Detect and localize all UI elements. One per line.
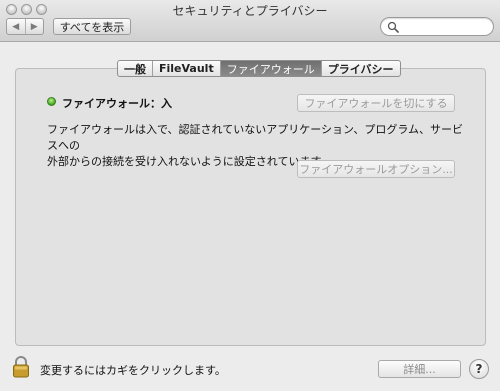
search-icon	[387, 21, 399, 33]
lock-instruction-text: 変更するにはカギをクリックします。	[40, 364, 226, 377]
advanced-details-button[interactable]: 詳細...	[378, 360, 461, 378]
lock-icon[interactable]	[12, 356, 30, 378]
turn-off-firewall-button[interactable]: ファイアウォールを切にする	[297, 94, 455, 112]
firewall-status-label: ファイアウォール：入	[62, 97, 172, 110]
preference-tabs: 一般 FileVault ファイアウォール プライバシー	[117, 60, 401, 77]
navigation-segment: ◀ ▶	[6, 18, 44, 35]
window-toolbar: セキュリティとプライバシー ◀ ▶ すべてを表示	[0, 0, 500, 42]
show-all-button[interactable]: すべてを表示	[53, 18, 131, 35]
tab-firewall[interactable]: ファイアウォール	[220, 61, 322, 76]
tab-privacy[interactable]: プライバシー	[322, 61, 400, 76]
description-line-1: ファイアウォールは入で、認証されていないアプリケーション、プログラム、サービスへ…	[47, 123, 464, 152]
back-arrow-icon[interactable]: ◀	[7, 19, 26, 34]
help-button[interactable]: ?	[469, 359, 489, 379]
firewall-options-button[interactable]: ファイアウォールオプション...	[297, 160, 455, 178]
firewall-status-indicator-icon	[47, 97, 56, 106]
tab-general[interactable]: 一般	[118, 61, 153, 76]
tab-filevault[interactable]: FileVault	[153, 61, 221, 76]
forward-arrow-icon[interactable]: ▶	[26, 19, 44, 34]
search-field[interactable]	[380, 17, 494, 36]
